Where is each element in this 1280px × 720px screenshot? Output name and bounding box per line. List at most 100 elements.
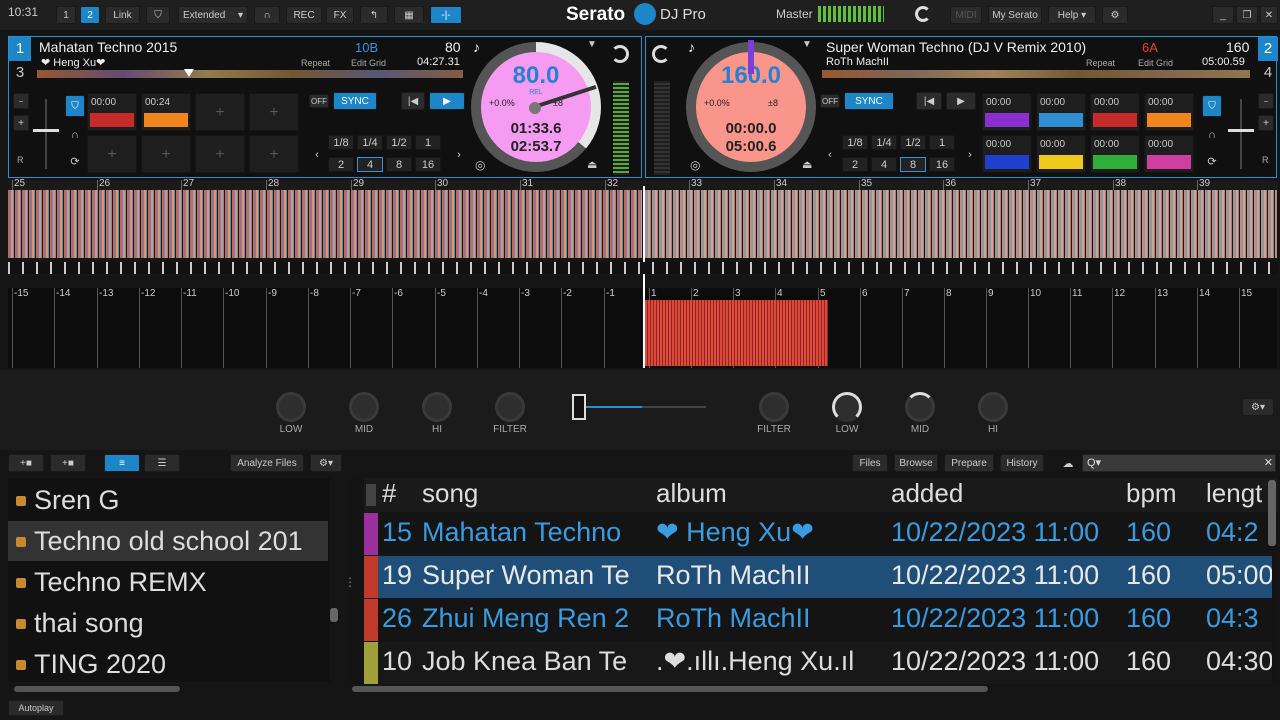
repeat-button[interactable]: Repeat xyxy=(301,58,330,68)
cue-pad-7[interactable]: + xyxy=(195,135,245,173)
deck-number-1[interactable]: 1 xyxy=(9,37,31,61)
cue-pad-6[interactable]: + xyxy=(141,135,191,173)
minimize-icon[interactable]: _ xyxy=(1212,6,1234,24)
loop-button[interactable]: 1/4 xyxy=(871,135,897,150)
cue-pad-8[interactable]: 00:00 xyxy=(1144,135,1194,173)
cue-pad-5[interactable]: 00:00 xyxy=(982,135,1032,173)
loop-button[interactable]: 1/8 xyxy=(842,135,868,150)
eq-low-knob-right[interactable] xyxy=(832,392,862,422)
search-input[interactable]: Q▾ ✕ xyxy=(1082,454,1276,472)
music-note-icon[interactable]: ♪ xyxy=(473,39,480,55)
loop-left-icon[interactable]: ‹ xyxy=(311,145,323,165)
table-row[interactable]: 15 Mahatan Techno ❤ Heng Xu❤ 10/22/2023 11:… xyxy=(364,513,1272,555)
maximize-icon[interactable]: ❐ xyxy=(1236,6,1258,24)
keylock-icon[interactable]: ◎ xyxy=(690,158,700,172)
cue-pad-4[interactable]: 00:00 xyxy=(1144,93,1194,131)
column-length[interactable]: lengt xyxy=(1206,478,1262,509)
loop-button[interactable]: 8 xyxy=(900,157,926,172)
loop-button[interactable]: 1/2 xyxy=(386,135,412,150)
cue-icon[interactable]: |◀ xyxy=(916,92,942,110)
mixer-toggle-icon[interactable]: -|- xyxy=(430,6,462,24)
master-volume-knob[interactable] xyxy=(915,6,931,22)
sync-button[interactable]: SYNC xyxy=(844,92,894,110)
cue-pad-7[interactable]: 00:00 xyxy=(1090,135,1140,173)
loop-button[interactable]: 1/2 xyxy=(900,135,926,150)
autoplay-button[interactable]: Autoplay xyxy=(8,700,64,716)
column-album[interactable]: album xyxy=(656,478,727,509)
detail-view-icon[interactable]: ☰ xyxy=(144,454,180,472)
link-button[interactable]: Link xyxy=(105,6,140,24)
crate-item[interactable]: TING 2020 xyxy=(8,644,328,684)
play-icon[interactable]: ▶ xyxy=(429,92,465,110)
play-icon[interactable]: ▶ xyxy=(946,92,976,110)
eq-mid-knob-right[interactable] xyxy=(905,392,935,422)
track-overview-waveform[interactable] xyxy=(37,70,463,78)
headphones-icon[interactable]: ∩ xyxy=(254,6,280,24)
platter[interactable]: 80.0 REL +0.0% ±8 01:33.6 02:53.7 xyxy=(481,52,597,162)
close-icon[interactable]: ✕ xyxy=(1260,6,1278,24)
gain-knob[interactable] xyxy=(652,45,670,63)
crate-item-selected[interactable]: Techno old school 201 xyxy=(8,521,328,561)
eject-down-icon[interactable]: ▼ xyxy=(587,39,597,50)
crate-scrollbar[interactable] xyxy=(330,608,338,622)
cue-pad-2[interactable]: 00:00 xyxy=(1036,93,1086,131)
crate-horizontal-scrollbar[interactable] xyxy=(14,686,180,692)
music-note-icon[interactable]: ♪ xyxy=(688,39,695,55)
cue-pad-1[interactable]: 00:00 xyxy=(982,93,1032,131)
help-button[interactable]: Help ▾ xyxy=(1048,6,1096,24)
loop-button[interactable]: 8 xyxy=(386,157,412,172)
splitter-handle[interactable]: ⋮ xyxy=(344,575,356,589)
track-overview-waveform[interactable] xyxy=(822,70,1250,78)
files-button[interactable]: Files xyxy=(852,454,888,472)
reverse-label[interactable]: R xyxy=(17,155,24,165)
column-bpm[interactable]: bpm xyxy=(1126,478,1177,509)
eject-icon[interactable]: ⏏ xyxy=(587,158,597,171)
settings-gear-icon[interactable]: ⚙ xyxy=(1102,6,1128,24)
waveform-deck-left[interactable] xyxy=(8,190,642,258)
fx-button[interactable]: FX xyxy=(326,6,354,24)
rec-button[interactable]: REC xyxy=(286,6,322,24)
loop-button[interactable]: 1/8 xyxy=(328,135,354,150)
headphones-icon[interactable]: ∩ xyxy=(65,125,85,145)
repeat-button[interactable]: Repeat xyxy=(1086,58,1115,68)
sampler-icon[interactable]: ▦ xyxy=(394,6,424,24)
cue-pad-6[interactable]: 00:00 xyxy=(1036,135,1086,173)
plus-button[interactable]: + xyxy=(13,115,29,131)
my-serato-button[interactable]: My Serato xyxy=(988,6,1042,24)
platter[interactable]: 160.0 +0.0% ±8 00:00.0 05:00.6 xyxy=(696,40,806,162)
deck-view-2-button[interactable]: 2 xyxy=(80,6,100,24)
table-row[interactable]: 10 Job Knea Ban Te .❤.ıllı.Heng Xu.ıl 10/22… xyxy=(364,642,1272,684)
list-view-icon[interactable]: ≡ xyxy=(104,454,140,472)
loop-button[interactable]: 4 xyxy=(357,157,383,172)
tempo-range-button[interactable]: − xyxy=(13,93,29,109)
deck-number-4[interactable]: 4 xyxy=(1258,61,1278,85)
crate-item[interactable]: Sren G xyxy=(8,480,328,520)
cue-pad-8[interactable]: + xyxy=(249,135,299,173)
loop-button[interactable]: 4 xyxy=(871,157,897,172)
layout-select[interactable]: Extended ▾ xyxy=(178,6,248,24)
column-song[interactable]: song xyxy=(422,478,478,509)
loop-button[interactable]: 16 xyxy=(415,157,441,172)
shield-icon[interactable]: ⛉ xyxy=(1202,95,1222,117)
flip-icon[interactable]: ↰ xyxy=(360,6,388,24)
eq-hi-knob-left[interactable] xyxy=(422,392,452,422)
cue-pad-1[interactable]: 00:00 xyxy=(87,93,137,131)
analyze-files-button[interactable]: Analyze Files xyxy=(230,454,304,472)
keylock-icon[interactable]: ◎ xyxy=(475,158,485,172)
deck-number-2[interactable]: 2 xyxy=(1258,37,1278,61)
column-added[interactable]: added xyxy=(891,478,963,509)
midi-button[interactable]: MIDI xyxy=(950,6,982,24)
crate-item[interactable]: thai song xyxy=(8,603,328,643)
eject-down-icon[interactable]: ▼ xyxy=(802,39,812,50)
eject-icon[interactable]: ⏏ xyxy=(802,158,812,171)
cue-pad-2[interactable]: 00:24 xyxy=(141,93,191,131)
cue-pad-3[interactable]: + xyxy=(195,93,245,131)
plus-button[interactable]: + xyxy=(1258,115,1274,131)
loop-button[interactable]: 1 xyxy=(929,135,955,150)
tempo-range-button[interactable]: − xyxy=(1258,93,1274,109)
sync-off-button[interactable]: OFF xyxy=(820,94,840,108)
crossfader-track[interactable] xyxy=(586,406,706,408)
cue-pad-5[interactable]: + xyxy=(87,135,137,173)
table-scrollbar[interactable] xyxy=(1268,480,1276,546)
mixer-settings-gear-icon[interactable]: ⚙▾ xyxy=(1242,398,1274,416)
